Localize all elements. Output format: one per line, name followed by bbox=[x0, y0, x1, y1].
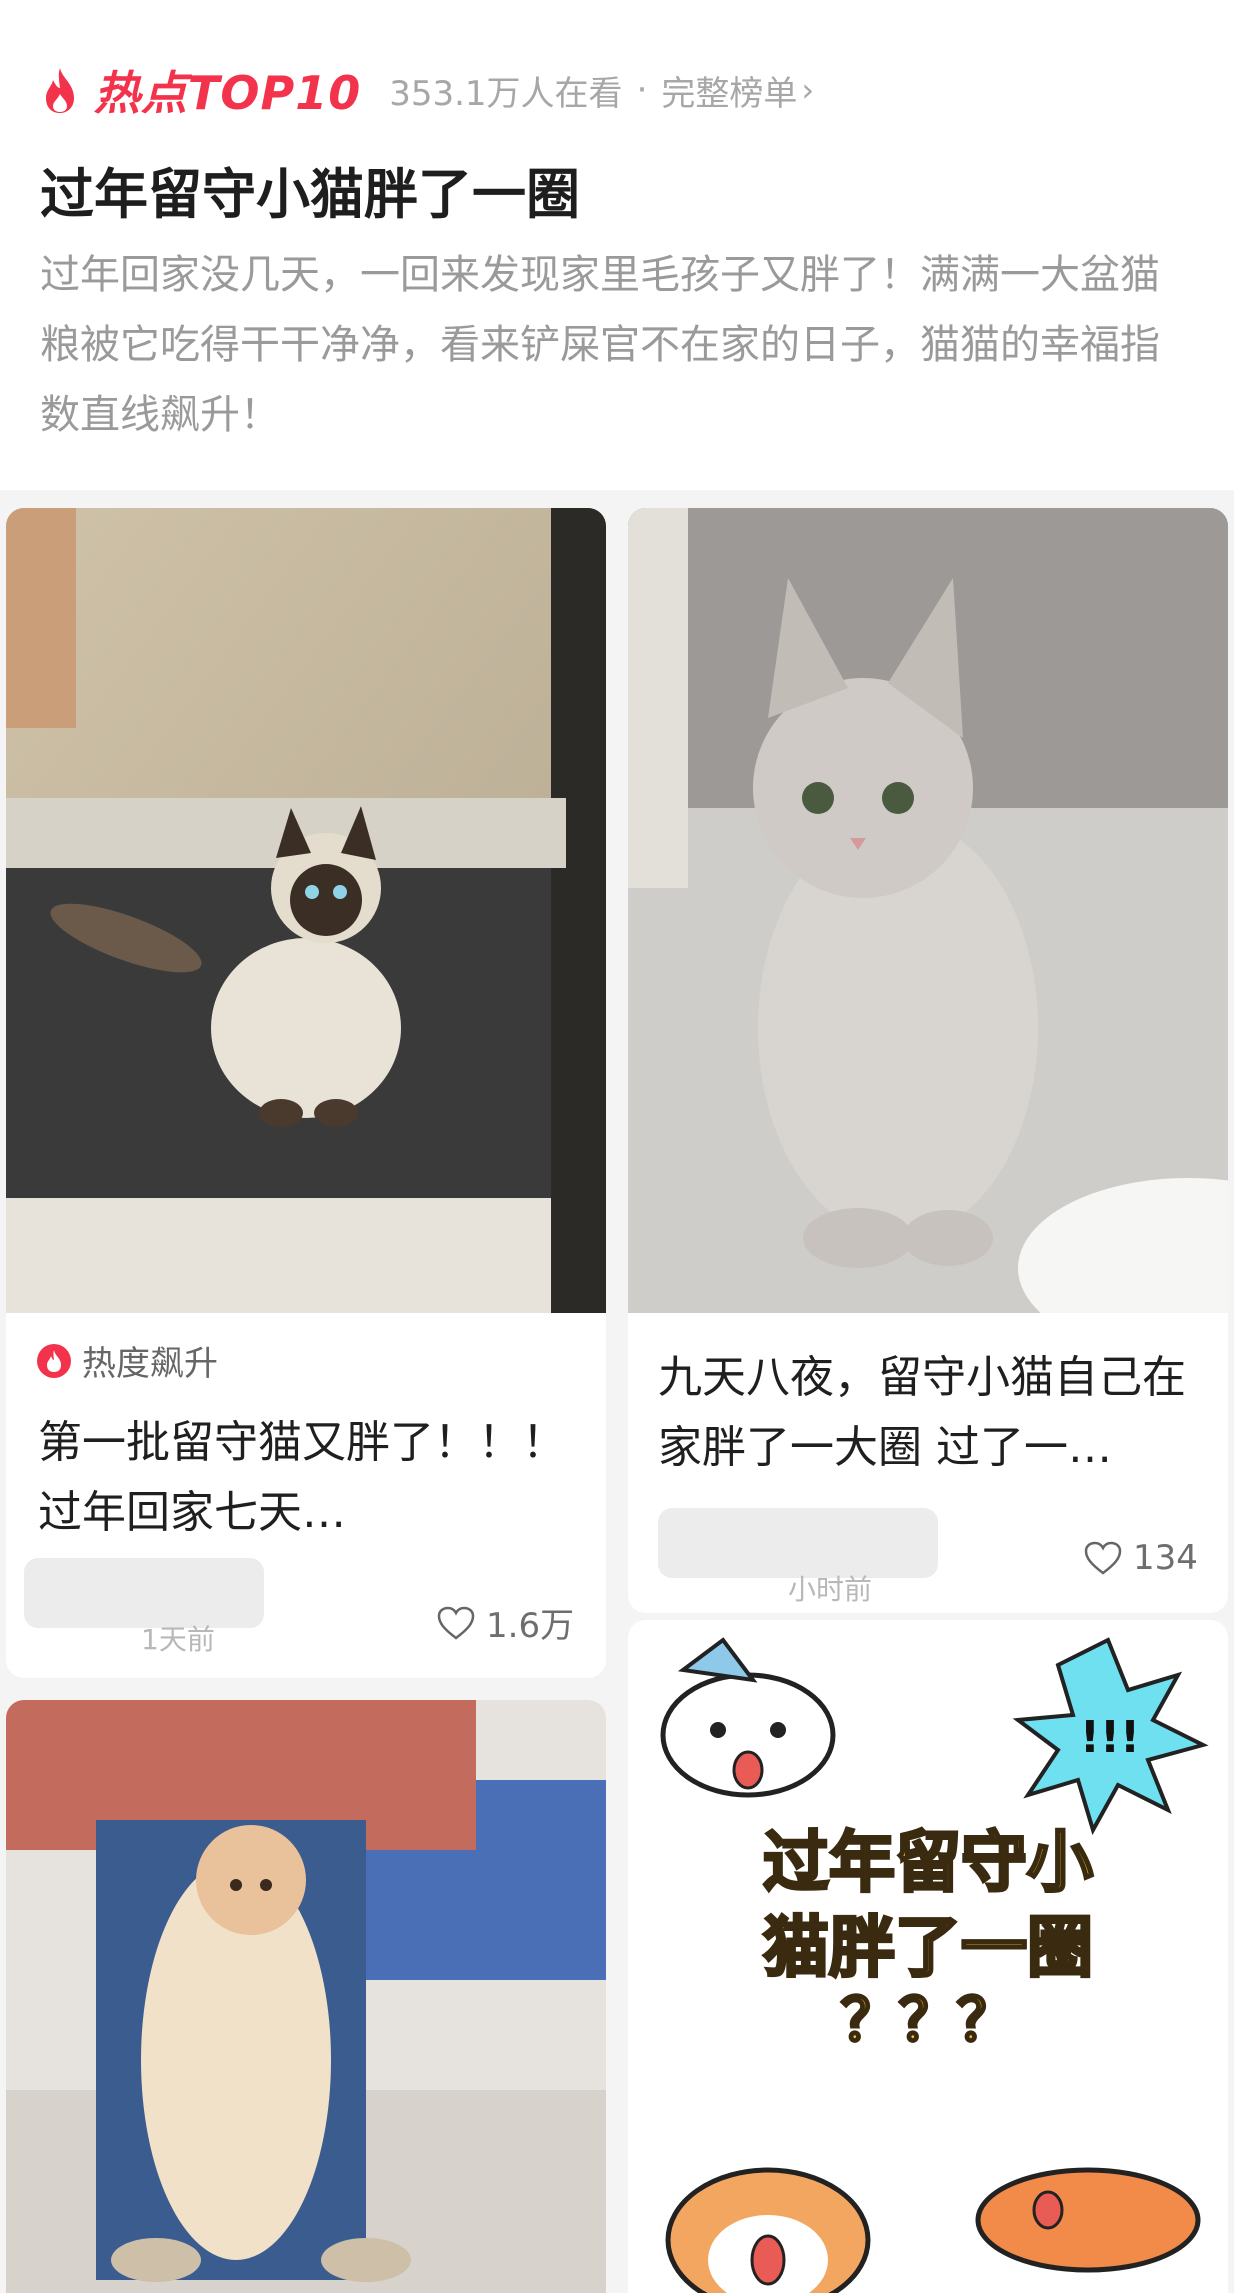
post-card-1[interactable]: 热度飙升 第一批留守猫又胖了！！！ 过年回家七天… 1天前 1.6万 bbox=[6, 508, 606, 1678]
gray-british-shorthair-photo bbox=[628, 508, 1228, 1313]
svg-text:!!!: !!! bbox=[1080, 1712, 1140, 1763]
svg-text:猫胖了一圈: 猫胖了一圈 bbox=[763, 1909, 1093, 1986]
separator-dot: · bbox=[636, 70, 648, 110]
hot-badge-icon bbox=[37, 1343, 71, 1378]
held-long-hair-cat-photo bbox=[6, 1700, 606, 2293]
card-title-2[interactable]: 九天八夜，留守小猫自己在家胖了一大圈 过了一… bbox=[658, 1343, 1203, 1483]
heart-icon bbox=[1084, 1541, 1122, 1575]
flame-icon bbox=[46, 68, 74, 113]
like-count-value: 1.6万 bbox=[486, 1606, 575, 1646]
card-title-1[interactable]: 第一批留守猫又胖了！！！ 过年回家七天… bbox=[38, 1408, 583, 1548]
viewer-count: 353.1万人在看 bbox=[389, 73, 623, 114]
cartoon-cats-illustration: !!! 过年留守小 猫胖了一圈 ？？？ bbox=[628, 1620, 1228, 2293]
post-card-3[interactable] bbox=[6, 1700, 606, 2293]
hot-rising-label: 热度飙升 bbox=[82, 1344, 218, 1384]
like-count-2[interactable]: 134 bbox=[1083, 1538, 1198, 1578]
heart-icon bbox=[437, 1606, 475, 1640]
topic-title: 过年留守小猫胖了一圈 bbox=[40, 163, 580, 226]
siamese-cat-photo bbox=[6, 508, 606, 1313]
svg-text:过年留守小: 过年留守小 bbox=[763, 1824, 1093, 1901]
post-card-2[interactable]: 九天八夜，留守小猫自己在家胖了一大圈 过了一… 小时前 134 bbox=[628, 508, 1228, 1613]
hot-top10-label: 热点TOP10 bbox=[94, 66, 362, 120]
like-count-value: 134 bbox=[1133, 1538, 1198, 1578]
svg-text:？？？: ？？？ bbox=[841, 1986, 1015, 2054]
post-card-4[interactable]: !!! 过年留守小 猫胖了一圈 ？？？ bbox=[628, 1620, 1228, 2293]
like-count-1[interactable]: 1.6万 bbox=[436, 1598, 574, 1647]
hot-rising-badge: 热度飙升 bbox=[36, 1336, 218, 1385]
hot-topic-header: 热点TOP10 353.1万人在看 · 完整榜单 › 过年留守小猫胖了一圈 过年… bbox=[0, 0, 1234, 490]
hot-rank-row[interactable]: 热点TOP10 353.1万人在看 · 完整榜单 › bbox=[40, 58, 814, 122]
post-time-1: 1天前 bbox=[141, 1623, 215, 1656]
topic-description: 过年回家没几天，一回来发现家里毛孩子又胖了！满满一大盆猫粮被它吃得干干净净，看来… bbox=[40, 252, 1160, 438]
chevron-right-icon[interactable]: › bbox=[801, 71, 814, 109]
post-time-2: 小时前 bbox=[788, 1573, 873, 1606]
full-list-link[interactable]: 完整榜单 bbox=[661, 66, 797, 115]
